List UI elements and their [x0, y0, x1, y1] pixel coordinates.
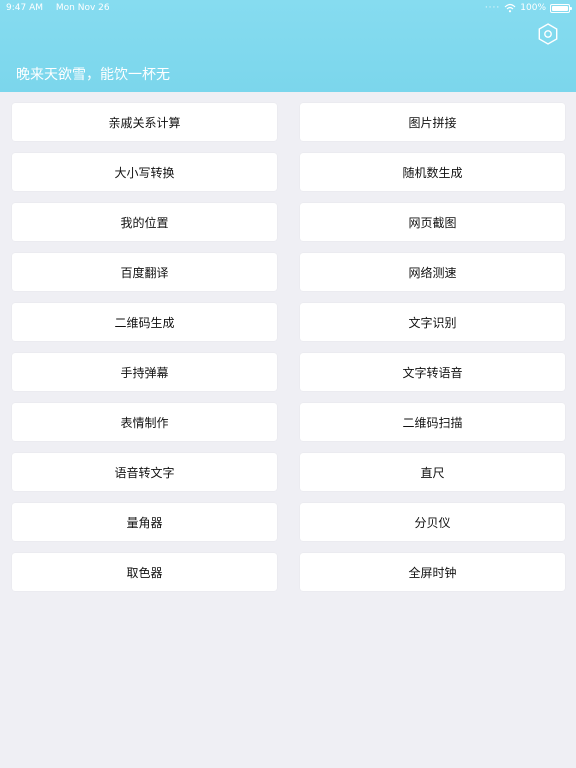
tool-case-convert-button[interactable]: 大小写转换	[12, 153, 277, 191]
battery-percent: 100%	[520, 3, 546, 13]
status-time: 9:47 AM	[6, 3, 43, 13]
tool-my-location-button[interactable]: 我的位置	[12, 203, 277, 241]
signal-dots-icon: ····	[484, 3, 501, 13]
tool-baidu-translate-button[interactable]: 百度翻译	[12, 253, 277, 291]
battery-icon	[550, 3, 572, 13]
tool-relative-calculator-button[interactable]: 亲戚关系计算	[12, 103, 277, 141]
header-bar: 9:47 AM Mon Nov 26 ···· 100% 晚来天欲雪，能饮一杯无	[0, 0, 576, 92]
tool-text-recognition-button[interactable]: 文字识别	[300, 303, 565, 341]
tool-qr-scan-button[interactable]: 二维码扫描	[300, 403, 565, 441]
tool-decibel-meter-button[interactable]: 分贝仪	[300, 503, 565, 541]
tool-protractor-button[interactable]: 量角器	[12, 503, 277, 541]
tool-speed-test-button[interactable]: 网络测速	[300, 253, 565, 291]
page-title: 晚来天欲雪，能饮一杯无	[16, 67, 170, 83]
tool-color-picker-button[interactable]: 取色器	[12, 553, 277, 591]
tool-webpage-screenshot-button[interactable]: 网页截图	[300, 203, 565, 241]
tool-ruler-button[interactable]: 直尺	[300, 453, 565, 491]
wifi-icon	[504, 3, 516, 13]
status-right: ···· 100%	[484, 0, 572, 16]
tool-image-stitch-button[interactable]: 图片拼接	[300, 103, 565, 141]
app-root: 9:47 AM Mon Nov 26 ···· 100% 晚来天欲雪，能饮一杯无…	[0, 0, 576, 768]
tool-handheld-barrage-button[interactable]: 手持弹幕	[12, 353, 277, 391]
tool-speech-to-text-button[interactable]: 语音转文字	[12, 453, 277, 491]
tool-qr-generate-button[interactable]: 二维码生成	[12, 303, 277, 341]
tool-text-to-speech-button[interactable]: 文字转语音	[300, 353, 565, 391]
status-date: Mon Nov 26	[55, 3, 110, 13]
tool-emoji-maker-button[interactable]: 表情制作	[12, 403, 277, 441]
tool-fullscreen-clock-button[interactable]: 全屏时钟	[300, 553, 565, 591]
hexagon-settings-icon[interactable]	[536, 22, 560, 46]
status-left: 9:47 AM Mon Nov 26	[6, 0, 120, 16]
tool-random-number-button[interactable]: 随机数生成	[300, 153, 565, 191]
tool-grid: 亲戚关系计算 图片拼接 大小写转换 随机数生成 我的位置 网页截图 百度翻译 网…	[12, 103, 565, 591]
status-bar: 9:47 AM Mon Nov 26 ···· 100%	[0, 0, 576, 16]
